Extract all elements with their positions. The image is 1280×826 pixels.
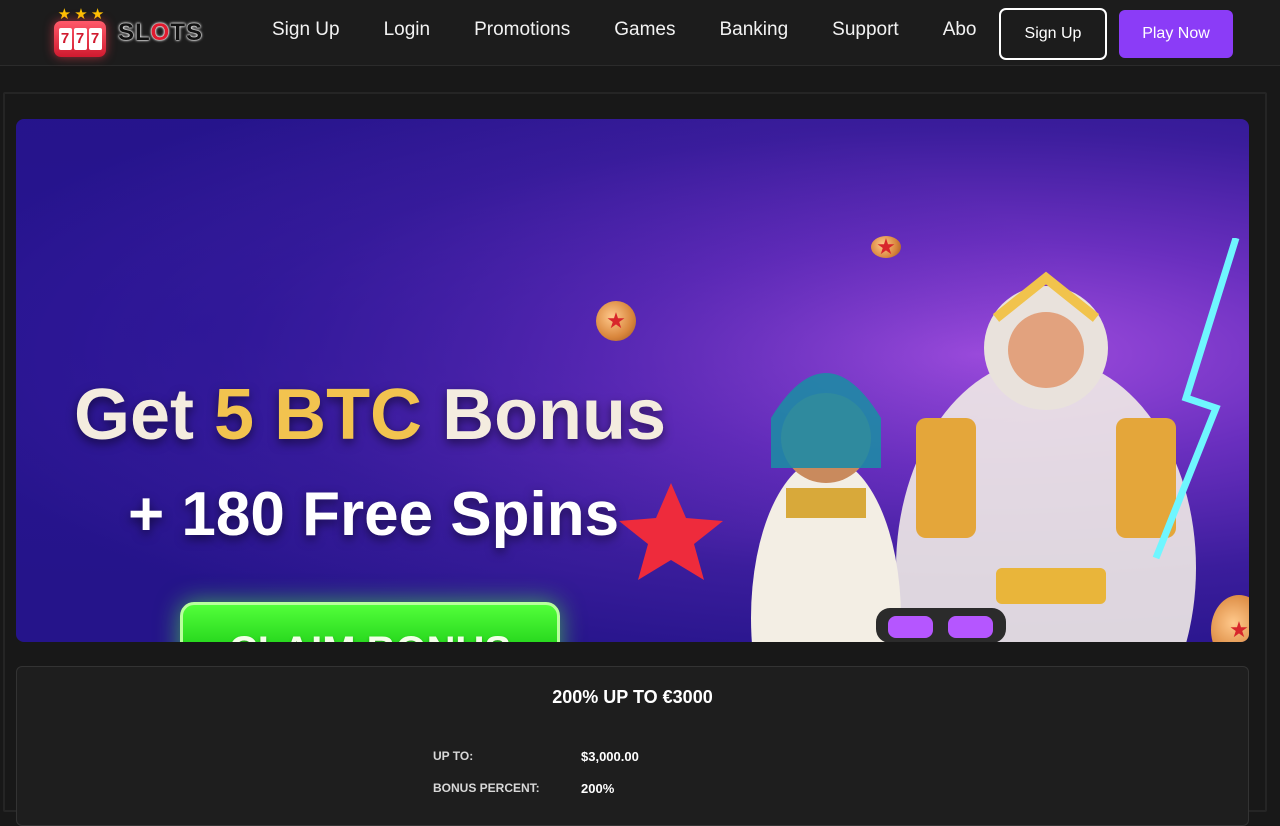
slot-777-icon: 7 7 7 xyxy=(54,21,106,57)
logo-digit: 7 xyxy=(88,28,102,50)
main-nav: Sign Up Login Promotions Games Banking S… xyxy=(250,0,976,60)
offer-label: BONUS PERCENT: xyxy=(433,781,540,795)
nav-banking[interactable]: Banking xyxy=(719,19,788,41)
coin-icon xyxy=(871,236,901,258)
nav-support[interactable]: Support xyxy=(832,19,899,41)
nav-promotions[interactable]: Promotions xyxy=(474,19,570,41)
banner-characters-art xyxy=(619,238,1240,642)
offer-title: 200% UP TO €3000 xyxy=(552,687,713,707)
offer-details-panel: 200% UP TO €3000 UP TO: $3,000.00 BONUS … xyxy=(16,666,1249,826)
offer-label: UP TO: xyxy=(433,749,474,763)
coin-icon xyxy=(1211,595,1249,642)
offer-value: $3,000.00 xyxy=(581,749,639,764)
logo-digit: 7 xyxy=(73,28,87,50)
promo-banner[interactable]: Get 5 BTC Bonus + 180 Free Spins CLAIM B… xyxy=(16,119,1249,642)
banner-headline: Get 5 BTC Bonus xyxy=(74,375,667,455)
offer-value: 200% xyxy=(581,781,615,796)
offer-row: UP TO: $3,000.00 xyxy=(433,749,833,764)
nav-login[interactable]: Login xyxy=(384,19,431,41)
banner-subheadline: + 180 Free Spins xyxy=(128,480,620,549)
signup-button[interactable]: Sign Up xyxy=(999,8,1107,60)
claim-bonus-button[interactable]: CLAIM BONUS xyxy=(180,602,560,642)
nav-games[interactable]: Games xyxy=(614,19,675,41)
coin-icon xyxy=(596,301,636,341)
nav-about[interactable]: About xyxy=(943,19,976,41)
logo-wordmark: SLOTS xyxy=(118,19,204,46)
nav-signup[interactable]: Sign Up xyxy=(272,19,340,41)
site-logo[interactable]: ★ ★ ★ 7 7 7 SLOTS xyxy=(52,6,222,60)
play-now-button[interactable]: Play Now xyxy=(1119,10,1233,58)
logo-digit: 7 xyxy=(58,28,72,50)
site-header: ★ ★ ★ 7 7 7 SLOTS Sign Up Login Promotions… xyxy=(0,0,1280,66)
logo-badge: ★ ★ ★ 7 7 7 xyxy=(52,6,108,57)
offer-row: BONUS PERCENT: 200% xyxy=(433,781,833,796)
